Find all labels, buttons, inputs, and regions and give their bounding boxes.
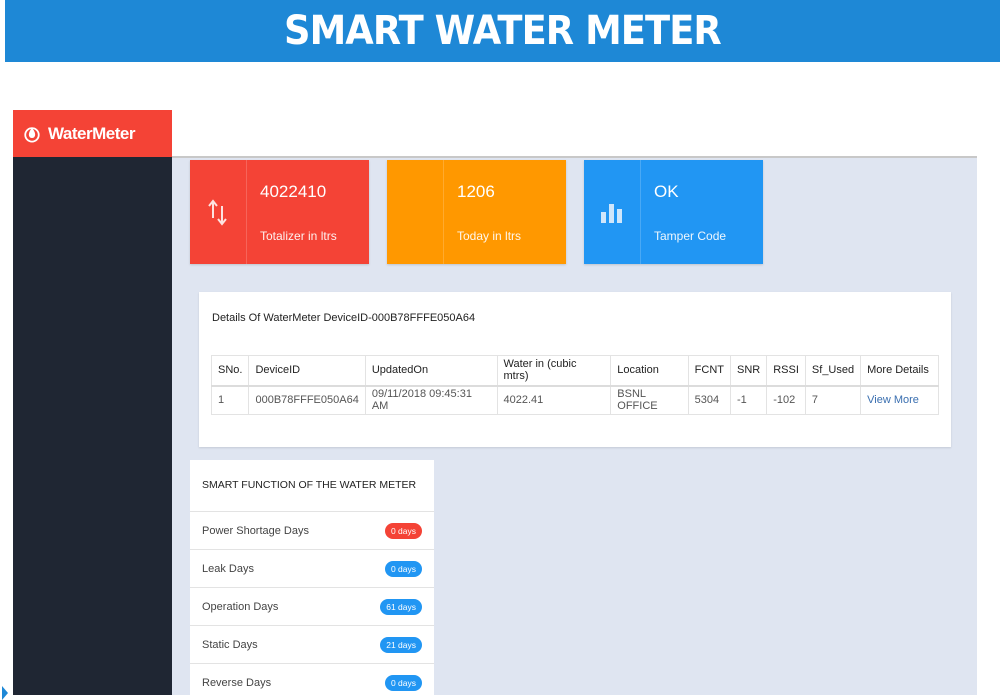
column-header: DeviceID xyxy=(248,355,366,387)
table-cell: 5304 xyxy=(687,385,732,415)
smart-function-title: SMART FUNCTION OF THE WATER METER xyxy=(190,460,434,512)
table-cell: View More xyxy=(860,385,939,415)
card-icon-box xyxy=(190,160,247,264)
page-banner: SMART WATER METER xyxy=(5,0,1000,62)
list-item-label: Reverse Days xyxy=(202,676,272,689)
status-badge: 0 days xyxy=(384,674,422,691)
banner-title: SMART WATER METER xyxy=(284,8,722,54)
column-header: SNR xyxy=(729,355,768,387)
slide-corner-mark xyxy=(2,686,8,700)
list-item: Operation Days 61 days xyxy=(190,588,434,626)
totalizer-label: Totalizer in ltrs xyxy=(260,229,337,243)
column-header: Location xyxy=(610,355,689,387)
column-header: UpdatedOn xyxy=(364,355,498,387)
status-badge: 0 days xyxy=(384,560,422,577)
totalizer-value: 4022410 xyxy=(260,182,327,201)
device-details-table: SNo. DeviceID UpdatedOn Water in (cubic … xyxy=(210,355,939,415)
list-item: Reverse Days 0 days xyxy=(190,664,434,695)
list-item-label: Operation Days xyxy=(202,600,279,613)
bar-chart-icon xyxy=(601,204,622,223)
card-icon-box xyxy=(387,160,444,264)
tamper-value: OK xyxy=(654,182,679,201)
table-cell: 09/11/2018 09:45:31 AM xyxy=(364,385,498,415)
column-header: FCNT xyxy=(687,355,732,387)
smart-function-panel: SMART FUNCTION OF THE WATER METER Power … xyxy=(190,460,434,695)
arrows-up-down-icon xyxy=(208,199,227,226)
table-cell: 1 xyxy=(210,385,250,415)
details-title: Details Of WaterMeter DeviceID-000B78FFF… xyxy=(212,312,476,324)
table-cell: 000B78FFFE050A64 xyxy=(248,385,366,415)
list-item: Leak Days 0 days xyxy=(190,550,434,588)
today-value: 1206 xyxy=(457,182,495,201)
today-card: 1206 Today in ltrs xyxy=(387,160,566,264)
table-header-row: SNo. DeviceID UpdatedOn Water in (cubic … xyxy=(210,355,939,387)
tamper-label: Tamper Code xyxy=(654,229,727,243)
totalizer-card: 4022410 Totalizer in ltrs xyxy=(190,160,369,264)
watermeter-logo-icon xyxy=(24,126,40,143)
table-cell: 7 xyxy=(804,385,862,415)
today-label: Today in ltrs xyxy=(457,229,522,243)
table-row: 1 000B78FFFE050A64 09/11/2018 09:45:31 A… xyxy=(210,385,939,415)
column-header: RSSI xyxy=(766,355,806,387)
card-icon-box xyxy=(584,160,641,264)
list-item-label: Power Shortage Days xyxy=(202,524,309,537)
table-cell: -102 xyxy=(766,385,806,415)
device-details-panel: Details Of WaterMeter DeviceID-000B78FFF… xyxy=(199,292,951,447)
table-cell: -1 xyxy=(729,385,768,415)
table-cell: 4022.41 xyxy=(496,385,612,415)
list-item: Power Shortage Days 0 days xyxy=(190,512,434,550)
brand-name: WaterMeter xyxy=(48,123,135,143)
list-item-label: Leak Days xyxy=(202,562,254,575)
tamper-card: OK Tamper Code xyxy=(584,160,763,264)
column-header: Water in (cubic mtrs) xyxy=(496,355,612,387)
view-more-link[interactable]: View More xyxy=(867,394,919,406)
column-header: SNo. xyxy=(210,355,250,387)
sidebar xyxy=(13,110,172,695)
status-badge: 61 days xyxy=(380,598,422,615)
status-badge: 0 days xyxy=(384,522,422,539)
column-header: More Details xyxy=(860,355,939,387)
table-cell: BSNL OFFICE xyxy=(610,385,689,415)
list-item: Static Days 21 days xyxy=(190,626,434,664)
list-item-label: Static Days xyxy=(202,638,258,651)
column-header: Sf_Used xyxy=(804,355,862,387)
status-badge: 21 days xyxy=(380,636,422,653)
brand-header[interactable]: WaterMeter xyxy=(13,110,172,157)
